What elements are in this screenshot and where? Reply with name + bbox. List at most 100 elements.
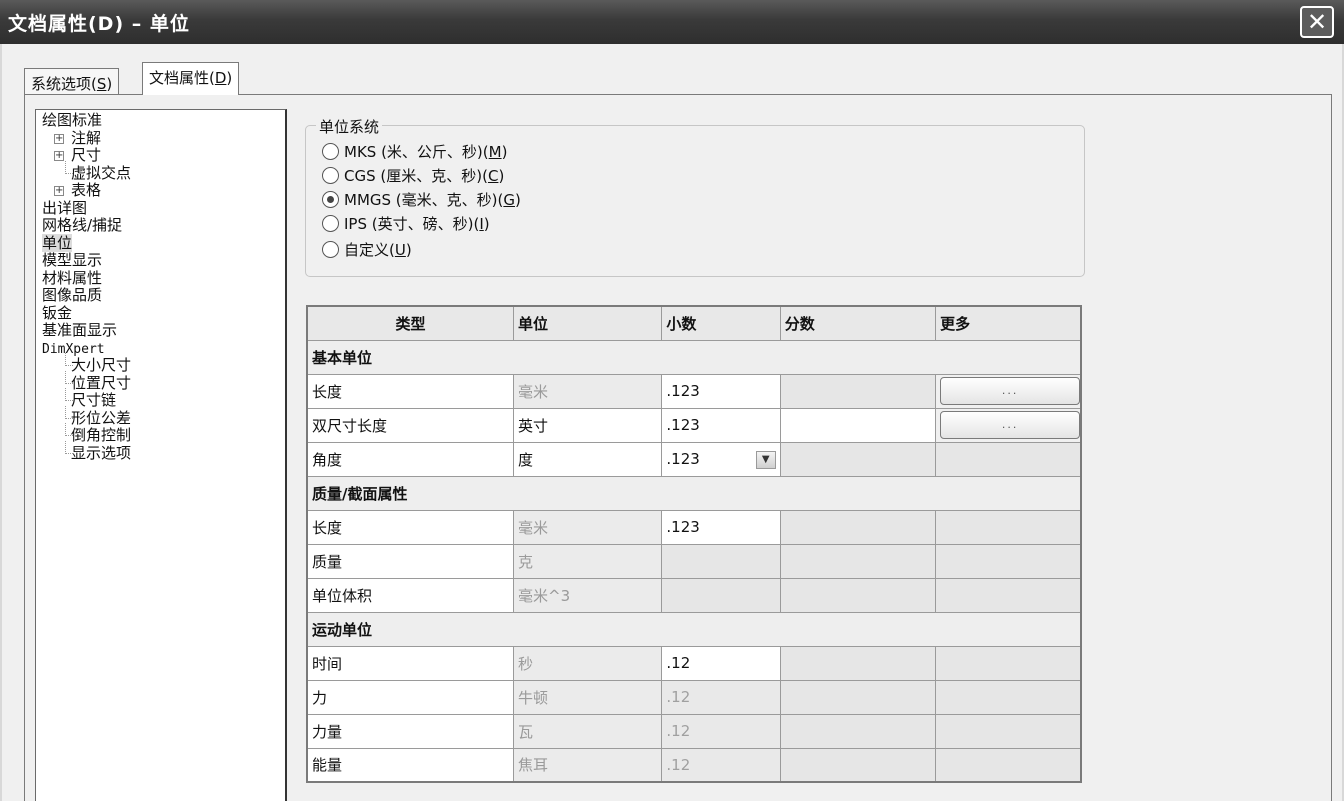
radio-label-text: IPS (英寸、磅、秒): [344, 214, 474, 233]
unit-system-option[interactable]: 自定义(U): [322, 238, 412, 260]
fraction-cell: [779, 679, 937, 715]
radio-label: 自定义(U): [344, 240, 412, 259]
unit-system-option[interactable]: MKS (米、公斤、秒)(M): [322, 140, 507, 162]
decimal-value: .12: [666, 722, 691, 740]
type-cell: 长度: [306, 509, 515, 545]
decimal-cell[interactable]: .12: [661, 645, 781, 681]
decimal-value: .123: [666, 450, 700, 468]
more-cell: [935, 577, 1082, 613]
tree-item[interactable]: 虚拟交点: [36, 160, 285, 183]
tab-document-properties[interactable]: 文档属性(D): [142, 62, 240, 95]
decimal-value: .123: [666, 416, 700, 434]
decimal-cell[interactable]: .123: [661, 407, 781, 443]
expand-plus-icon[interactable]: +: [54, 151, 64, 161]
type-cell: 角度: [306, 441, 515, 477]
category-tree[interactable]: 绘图标准 + 注解 + 尺寸 虚拟交点 + 表格 出详图 网格线/捕捉 单位 模型显示 材料属性 图像品质…: [35, 109, 287, 801]
dialog-body: 系统选项(S) 文档属性(D) 绘图标准 + 注解 + 尺寸 虚拟交点 + 表格 出详图 网格线/…: [0, 44, 1344, 801]
tree-item[interactable]: 尺寸链: [36, 388, 285, 410]
radio-label-text: MKS (米、公斤、秒): [344, 142, 483, 161]
tree-item[interactable]: 图像品质: [36, 286, 285, 305]
decimal-cell[interactable]: .123 ▼: [661, 441, 781, 477]
more-button[interactable]: ...: [940, 411, 1081, 439]
type-cell: 能量: [306, 747, 515, 783]
tree-item[interactable]: 大小尺寸: [36, 353, 285, 375]
tree-item-label: 出详图: [42, 198, 88, 217]
column-header: 单位: [513, 305, 663, 341]
tree-item[interactable]: 形位公差: [36, 405, 285, 428]
section-row: 基本单位: [306, 339, 1082, 375]
unit-cell: 瓦: [513, 713, 663, 749]
section-title: 质量/截面属性: [306, 475, 1082, 511]
tree-item[interactable]: 钣金: [36, 304, 285, 323]
access-key: U: [394, 240, 406, 259]
decimal-cell[interactable]: .123: [661, 509, 781, 545]
tree-item-label: 倒角控制: [71, 426, 132, 444]
tab-label: 文档属性(D): [149, 69, 233, 87]
table-row: 时间秒 .12: [306, 645, 1082, 681]
tree-item[interactable]: 材料属性: [36, 269, 285, 288]
tree-item[interactable]: 绘图标准: [36, 111, 285, 130]
unit-cell[interactable]: 度: [513, 441, 663, 477]
fraction-cell: [779, 509, 937, 545]
fraction-cell: [779, 713, 937, 749]
decimal-value: .123: [666, 382, 700, 400]
tab-system-options[interactable]: 系统选项(S): [24, 68, 120, 94]
unit-system-group: 单位系统 MKS (米、公斤、秒)(M) CGS (厘米、克、秒)(C) MMGS …: [305, 116, 1085, 277]
decimal-value: .12: [666, 755, 691, 774]
radio-label: MKS (米、公斤、秒)(M): [344, 142, 508, 161]
unit-system-option[interactable]: IPS (英寸、磅、秒)(I): [322, 212, 490, 234]
unit-cell: 焦耳: [513, 747, 663, 783]
tree-item[interactable]: 网格线/捕捉: [36, 216, 285, 235]
tree-item[interactable]: + 表格: [36, 181, 285, 200]
radio-button[interactable]: [322, 240, 339, 258]
decimal-cell[interactable]: .123: [661, 373, 781, 409]
tree-item[interactable]: + 尺寸: [36, 146, 285, 165]
chevron-down-icon[interactable]: ▼: [755, 450, 776, 469]
radio-button[interactable]: [322, 142, 339, 160]
section-title: 基本单位: [306, 339, 1082, 375]
tree-item-label: 尺寸: [71, 146, 102, 164]
unit-system-legend: 单位系统: [316, 116, 383, 137]
tree-item[interactable]: DimXpert: [36, 340, 285, 358]
tree-item-label: 虚拟交点: [71, 163, 132, 182]
tree-guide-line: [65, 353, 73, 366]
fraction-cell[interactable]: [779, 407, 937, 443]
radio-button[interactable]: [322, 190, 339, 208]
unit-system-option[interactable]: CGS (厘米、克、秒)(C): [322, 164, 504, 186]
tree-item[interactable]: 倒角控制: [36, 423, 285, 445]
tree-item[interactable]: 位置尺寸: [36, 370, 285, 393]
radio-button[interactable]: [322, 214, 339, 232]
table-row: 角度度 .123 ▼: [306, 441, 1082, 477]
access-key: I: [479, 214, 484, 233]
tree-guide-line: [65, 388, 73, 401]
tab-panel: 绘图标准 + 注解 + 尺寸 虚拟交点 + 表格 出详图 网格线/捕捉 单位 模型显示 材料属性 图像品质…: [24, 94, 1332, 801]
tree-item[interactable]: 基准面显示: [36, 321, 285, 340]
tree-item-label: DimXpert: [42, 341, 105, 357]
more-button[interactable]: ...: [940, 377, 1081, 405]
expand-plus-icon[interactable]: +: [54, 186, 64, 196]
more-cell: ...: [935, 407, 1082, 443]
tree-item-label: 大小尺寸: [71, 356, 132, 374]
more-cell: [935, 747, 1082, 783]
column-header: 类型: [306, 305, 515, 341]
tree-item[interactable]: 出详图: [36, 198, 285, 218]
close-button[interactable]: ✕: [1300, 6, 1334, 38]
radio-button[interactable]: [322, 166, 339, 184]
radio-label-text: 自定义: [344, 240, 390, 259]
tree-item[interactable]: 单位: [36, 233, 285, 253]
decimal-combo[interactable]: .123 ▼: [666, 443, 779, 476]
unit-cell: 克: [513, 543, 663, 579]
tree-item[interactable]: 模型显示: [36, 251, 285, 270]
tree-guide-line: [65, 405, 73, 419]
tree-item-label: 模型显示: [42, 251, 103, 269]
expand-plus-icon[interactable]: +: [54, 133, 64, 144]
unit-system-option[interactable]: MMGS (毫米、克、秒)(G): [322, 188, 521, 210]
tree-item[interactable]: 显示选项: [36, 440, 285, 463]
fraction-cell: [779, 645, 937, 681]
access-key: G: [503, 190, 515, 209]
unit-cell[interactable]: 英寸: [513, 407, 663, 443]
tree-item[interactable]: + 注解: [36, 129, 285, 148]
radio-label: IPS (英寸、磅、秒)(I): [344, 214, 490, 233]
tree-guide-line: [65, 370, 73, 384]
unit-cell: 秒: [513, 645, 663, 681]
